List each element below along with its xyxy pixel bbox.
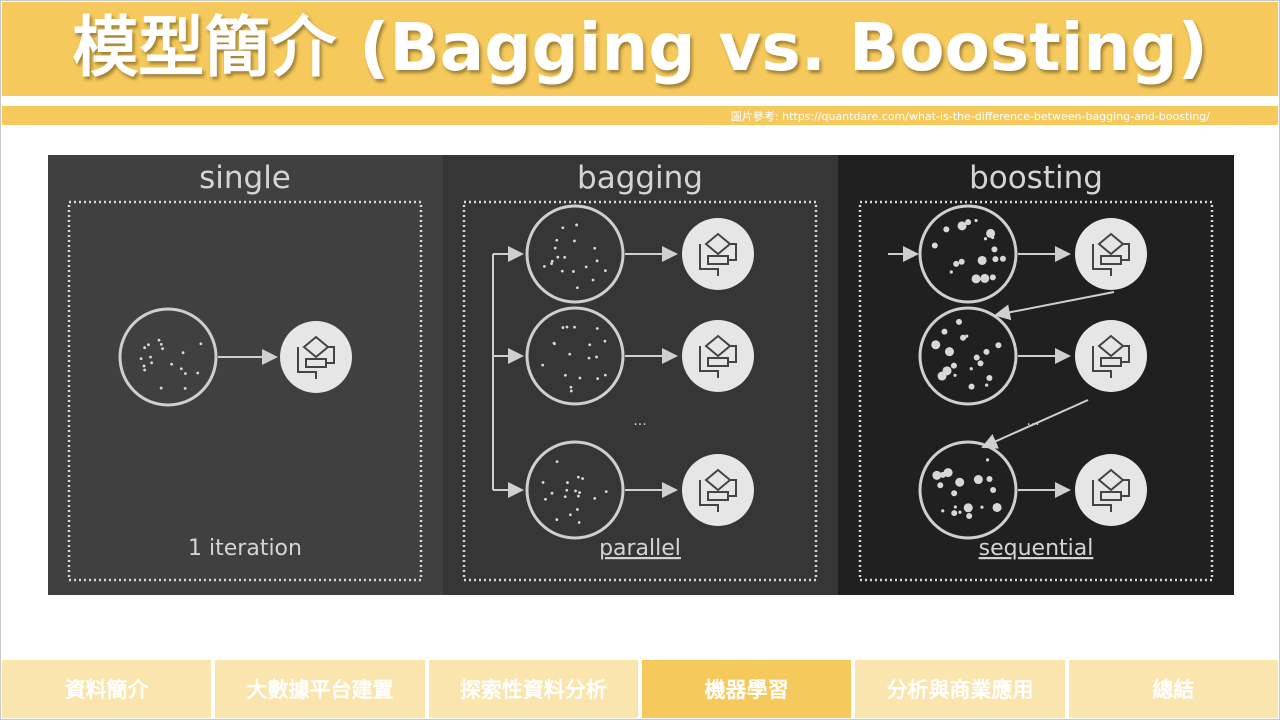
panel-single-bg <box>48 155 443 595</box>
panel-label-bagging: bagging <box>577 160 703 196</box>
bagging-ellipsis: ... <box>633 413 646 429</box>
title-bar: 模型簡介 (Bagging vs. Boosting) <box>2 2 1278 96</box>
source-bar: 圖片參考: https://quantdare.com/what-is-the-… <box>2 106 1278 125</box>
section-navbar: 資料簡介 大數據平台建置 探索性資料分析 機器學習 分析與商業應用 總結 <box>2 660 1278 718</box>
nav-tab-summary[interactable]: 總結 <box>1068 660 1278 718</box>
panel-bagging-bg <box>443 155 838 595</box>
image-source-note: 圖片參考: https://quantdare.com/what-is-the-… <box>730 110 1210 123</box>
panel-label-boosting: boosting <box>969 160 1103 196</box>
caption-boosting: sequential <box>979 536 1094 561</box>
bagging-boosting-figure: single bagging boosting 1 iteration para… <box>48 155 1234 595</box>
caption-bagging: parallel <box>599 536 681 561</box>
nav-tab-machine-learning[interactable]: 機器學習 <box>641 660 856 718</box>
nav-tab-data-intro[interactable]: 資料簡介 <box>2 660 216 718</box>
nav-tab-eda[interactable]: 探索性資料分析 <box>428 660 642 718</box>
nav-tab-bigdata-platform[interactable]: 大數據平台建置 <box>215 660 429 718</box>
nav-tab-business-application[interactable]: 分析與商業應用 <box>855 660 1069 718</box>
panel-label-single: single <box>199 160 291 196</box>
panel-boosting-bg <box>838 155 1234 595</box>
page-title: 模型簡介 (Bagging vs. Boosting) <box>72 9 1208 86</box>
caption-single: 1 iteration <box>188 536 302 561</box>
